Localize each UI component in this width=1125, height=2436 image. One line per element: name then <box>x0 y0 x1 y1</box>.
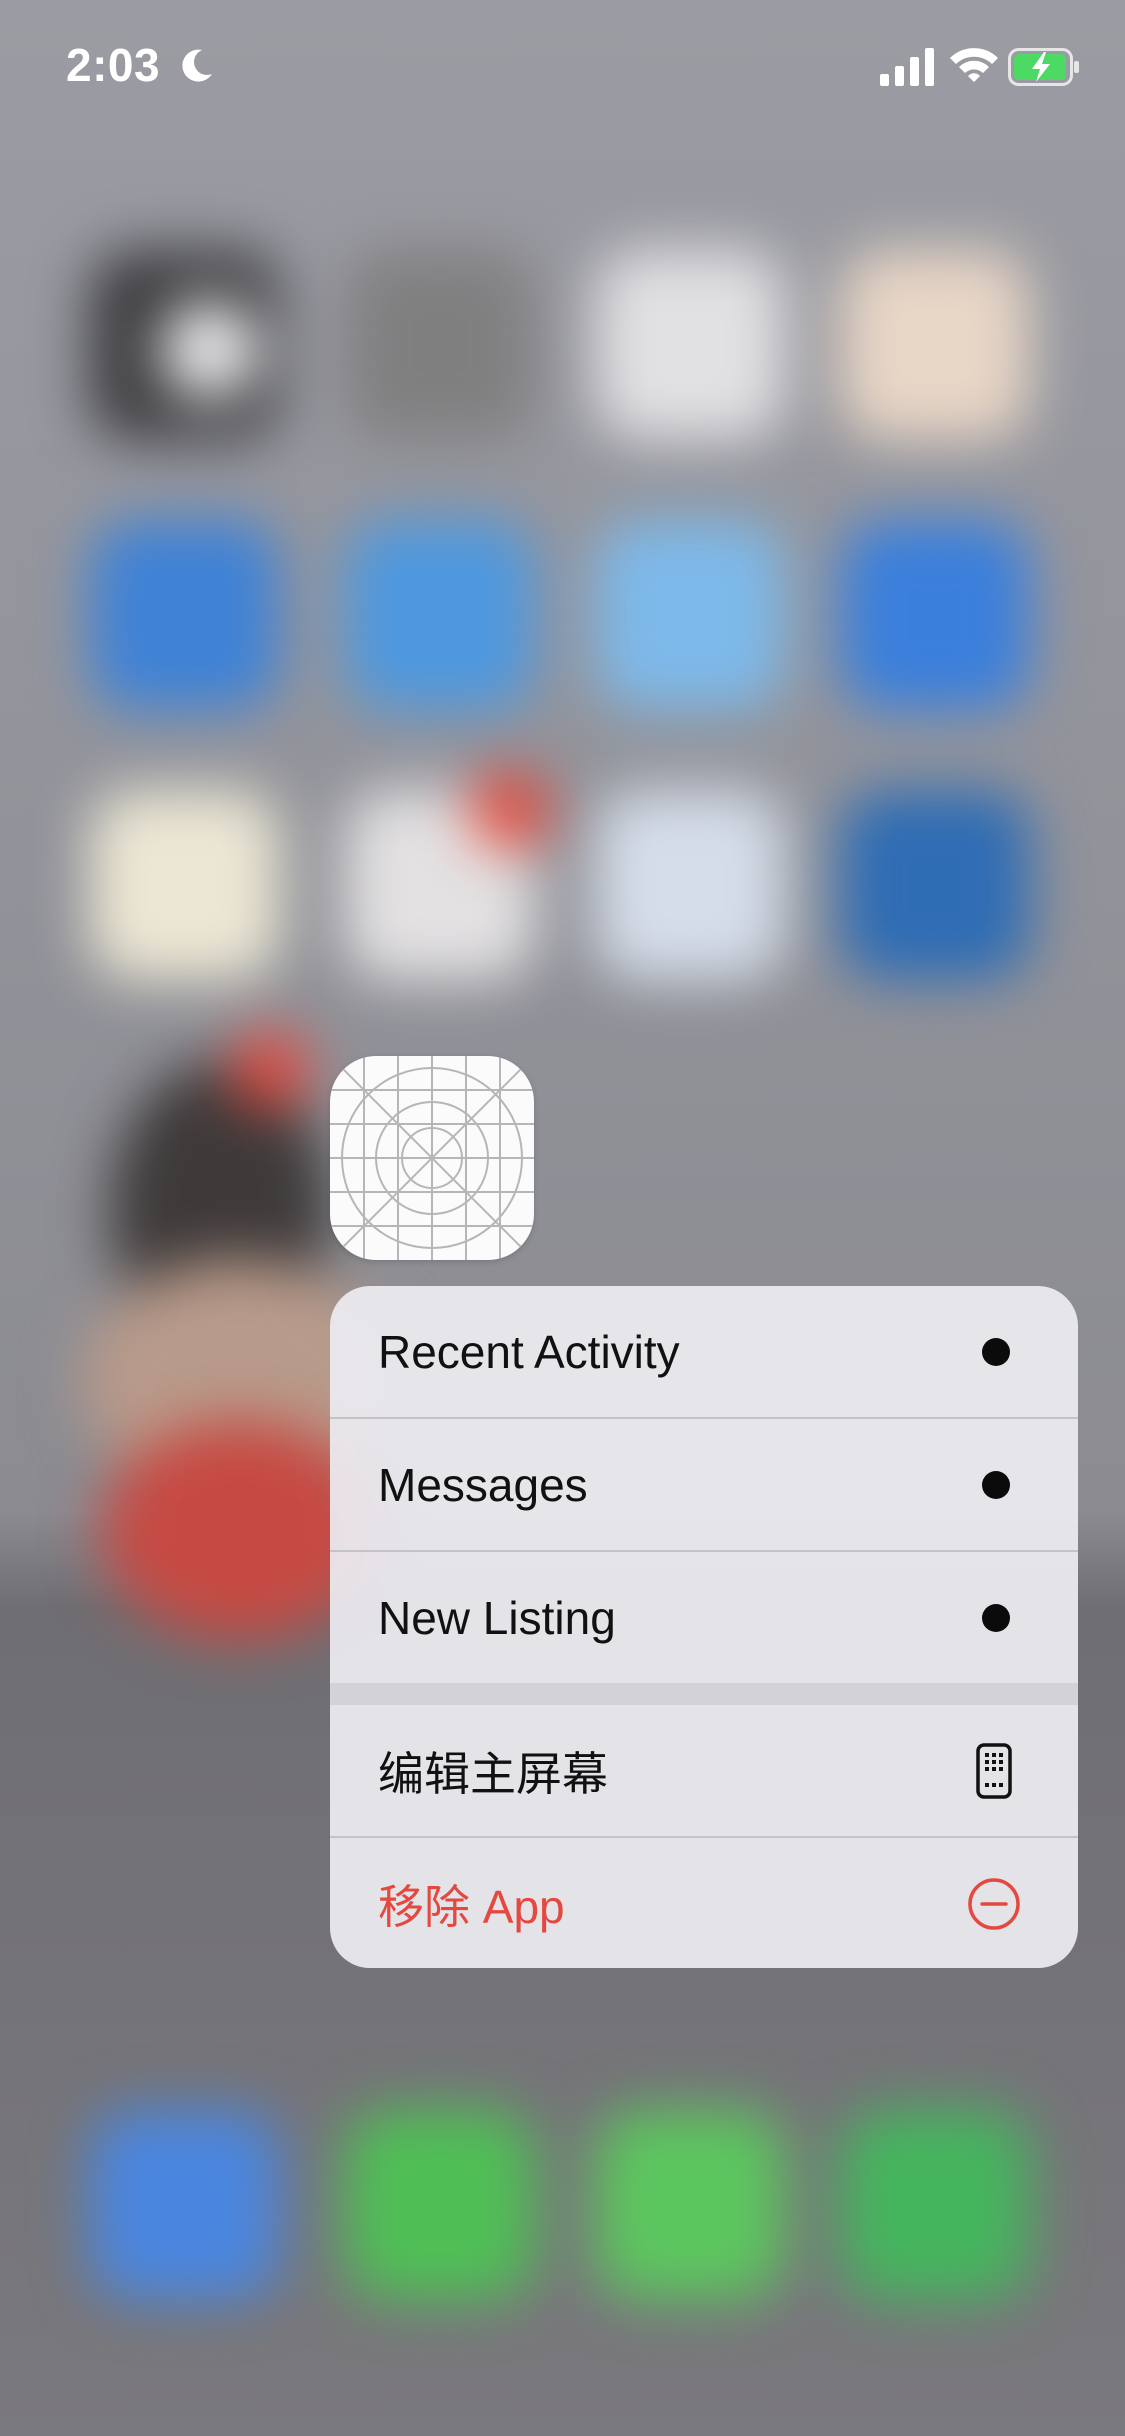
menu-item-label: Messages <box>378 1458 588 1511</box>
home-screen-background <box>0 0 1125 2436</box>
bullet-dot-icon <box>982 1470 1010 1499</box>
blurred-dock-icon <box>345 2110 535 2300</box>
menu-item-label: New Listing <box>378 1591 616 1644</box>
menu-item-remove-app[interactable]: 移除 App <box>330 1838 1078 1968</box>
blurred-dock-icon <box>90 2110 280 2300</box>
blurred-dock-icon <box>595 2110 785 2300</box>
blurred-app-icon <box>840 790 1030 980</box>
status-bar: 2:03 <box>0 0 1125 140</box>
bullet-dot-icon <box>982 1337 1010 1366</box>
blurred-app-icon <box>840 250 1030 440</box>
blurred-app-icon <box>840 520 1030 710</box>
blurred-app-grid <box>0 0 1125 2436</box>
bullet-dot-icon <box>982 1603 1010 1632</box>
minus-circle-icon <box>968 1877 1020 1930</box>
menu-item-messages[interactable]: Messages <box>330 1419 1078 1550</box>
menu-item-edit-home-screen[interactable]: 编辑主屏幕 <box>330 1705 1078 1836</box>
menu-section-gap <box>330 1683 1078 1705</box>
blurred-app-icon <box>90 790 280 980</box>
context-menu: Recent Activity Messages New Listing 编辑主… <box>330 1286 1078 1968</box>
blurred-dock-icon <box>840 2110 1030 2300</box>
phone-screen-icon <box>976 1742 1012 1799</box>
app-icon[interactable] <box>330 1056 534 1260</box>
menu-item-label: 编辑主屏幕 <box>378 1747 608 1800</box>
menu-item-label: 移除 App <box>378 1880 565 1933</box>
battery-charging-icon <box>1008 48 1079 86</box>
moon-icon <box>182 49 212 82</box>
cellular-signal-icon <box>880 48 934 86</box>
blurred-app-icon <box>595 790 785 980</box>
app-placeholder-grid-icon <box>330 1056 534 1260</box>
blurred-app-icon <box>345 250 535 440</box>
menu-item-label: Recent Activity <box>378 1325 680 1378</box>
blurred-app-icon <box>595 520 785 710</box>
menu-item-new-listing[interactable]: New Listing <box>330 1552 1078 1683</box>
blurred-app-icon <box>90 520 280 710</box>
menu-item-recent-activity[interactable]: Recent Activity <box>330 1286 1078 1417</box>
blurred-app-icon <box>345 520 535 710</box>
blurred-app-icon <box>595 250 785 440</box>
wifi-icon <box>950 48 998 82</box>
status-time: 2:03 <box>66 39 161 91</box>
